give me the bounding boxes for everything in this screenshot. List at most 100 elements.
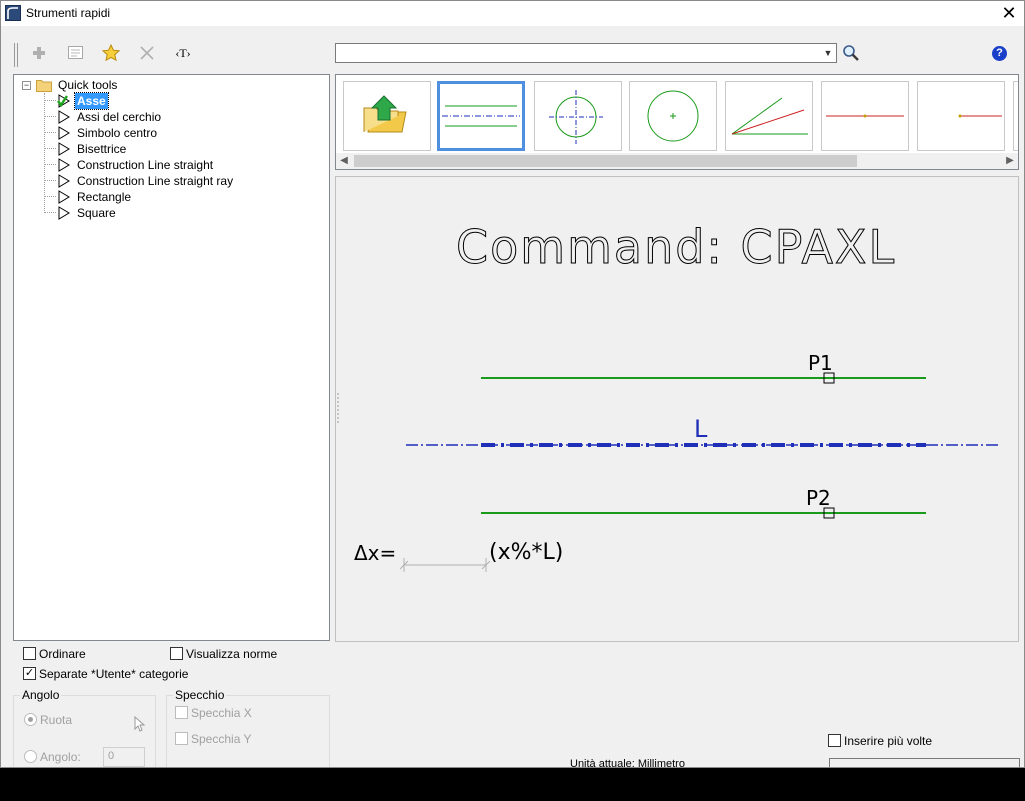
checkbox-box[interactable] (23, 647, 36, 661)
help-icon[interactable]: ? (992, 46, 1007, 61)
checkbox-box[interactable] (175, 706, 188, 720)
p1-label: P1 (808, 351, 833, 375)
search-combo[interactable]: ▼ (335, 43, 837, 63)
folder-up-icon (363, 95, 407, 133)
bisector-icon (731, 97, 808, 135)
collapse-icon[interactable]: − (22, 81, 31, 90)
tree-item-label: Construction Line straight ray (77, 174, 234, 188)
partial-control[interactable] (829, 758, 1020, 767)
thumbnail-construction-ray[interactable] (917, 81, 1005, 151)
thumbnail-folder-up[interactable] (343, 81, 431, 151)
check-tool-icon (57, 94, 70, 108)
inserire-label: Inserire più volte (844, 734, 933, 748)
tree-root-label: Quick tools (58, 78, 118, 92)
checkbox-box[interactable] (828, 734, 841, 748)
tool-arrow-icon (58, 110, 70, 124)
star-icon (101, 43, 121, 62)
close-icon: ✕ (1001, 3, 1017, 23)
specchio-title: Specchio (173, 688, 227, 702)
angolo-input[interactable]: 0 (103, 747, 145, 767)
preview-command-text: Command: CPAXL (456, 220, 896, 274)
thumbnail-strip[interactable]: ◀ ▶ (335, 74, 1019, 170)
angolo-label: Angolo: (40, 750, 81, 764)
checkbox-box[interactable] (170, 647, 183, 661)
current-unit-text: Unità attuale: Millimetro (570, 758, 685, 768)
thumbnail-axis[interactable] (437, 81, 525, 151)
thumbnail-partial[interactable] (1013, 81, 1018, 151)
chevron-down-icon[interactable]: ▼ (820, 44, 836, 62)
favorite-button[interactable] (100, 43, 122, 63)
add-button[interactable] (28, 43, 50, 63)
tools-tree[interactable]: − Quick tools Asse Assi del cerchio Simb… (13, 74, 330, 641)
l-label: L (694, 415, 708, 443)
cursor-icon (134, 716, 146, 732)
thumbnail-construction-line[interactable] (821, 81, 909, 151)
tool-preview: Command: CPAXL P1 L P2 Δx= (x%*L) (335, 176, 1019, 642)
center-symbol-icon (647, 90, 699, 142)
visualizza-norme-label: Visualizza norme (186, 647, 278, 661)
ruota-label: Ruota (40, 713, 73, 727)
tree-item-label: Construction Line straight (77, 158, 214, 172)
checkbox-box[interactable] (175, 732, 188, 746)
angolo-title: Angolo (20, 688, 62, 702)
specchia-x-checkbox[interactable]: Specchia X (175, 706, 252, 722)
angolo-radio[interactable]: Angolo: (24, 750, 81, 766)
preview-drawing: Command: CPAXL P1 L P2 Δx= (x%*L) (337, 220, 1001, 572)
radio-button[interactable] (24, 713, 37, 727)
scroll-left-icon[interactable]: ◀ (336, 153, 352, 169)
tool-arrow-icon (58, 206, 70, 220)
thumbnail-bisector[interactable] (725, 81, 813, 151)
tool-arrow-icon (58, 174, 70, 188)
ruota-radio[interactable]: Ruota (24, 713, 72, 729)
search-button[interactable] (842, 44, 860, 62)
separate-label: Separate *Utente* categorie (39, 667, 189, 681)
specchia-y-label: Specchia Y (191, 732, 252, 746)
delete-button[interactable] (136, 43, 158, 63)
text-button[interactable]: ‹T› (171, 43, 195, 63)
circle-axes-icon (549, 90, 603, 144)
app-icon (5, 5, 21, 21)
tree-item-label: Square (77, 206, 116, 220)
specchio-group: Specchio Specchia X Specchia Y (166, 688, 330, 767)
tree-item-label: Simbolo centro (77, 126, 158, 140)
toolbar-grip[interactable] (14, 43, 18, 67)
visualizza-norme-checkbox[interactable]: Visualizza norme (170, 647, 277, 663)
construction-ray-icon (958, 114, 1002, 118)
scroll-right-icon[interactable]: ▶ (1002, 153, 1018, 169)
inserire-piu-volte-checkbox[interactable]: Inserire più volte (828, 734, 932, 750)
tree-item-label: Rectangle (77, 190, 132, 204)
tool-arrow-icon (58, 158, 70, 172)
properties-button[interactable] (64, 43, 86, 63)
delta-x-label: Δx= (354, 541, 396, 565)
scrollbar-thumb[interactable] (354, 155, 857, 167)
tree-item-label: Asse (74, 92, 109, 110)
folder-icon (36, 80, 52, 92)
ordinare-checkbox[interactable]: Ordinare (23, 647, 86, 663)
tool-arrow-icon (58, 142, 70, 156)
search-icon (843, 45, 859, 61)
axis-icon (442, 105, 520, 127)
formula-text: (x%*L) (489, 540, 563, 565)
separate-checkbox[interactable]: ✓ Separate *Utente* categorie (23, 667, 188, 683)
quick-tools-dialog: Strumenti rapidi ✕ ‹T› ▼ ? − Quick tools… (0, 0, 1025, 768)
title-bar: Strumenti rapidi ✕ (1, 1, 1024, 26)
p2-label: P2 (806, 486, 831, 510)
cross-icon (140, 46, 154, 60)
thumbnail-scrollbar[interactable]: ◀ ▶ (336, 153, 1018, 169)
tree-item-label: Bisettrice (77, 142, 127, 156)
angolo-group: Angolo Ruota Angolo: 0 (13, 688, 156, 767)
specchia-x-label: Specchia X (191, 706, 252, 720)
thumbnail-circle-axes[interactable] (534, 81, 622, 151)
close-button[interactable]: ✕ (994, 1, 1024, 26)
checkmark-icon[interactable]: ✓ (23, 667, 36, 681)
specchia-y-checkbox[interactable]: Specchia Y (175, 732, 252, 748)
radio-button[interactable] (24, 750, 37, 764)
thumbnail-center-symbol[interactable] (629, 81, 717, 151)
tool-arrow-icon (58, 190, 70, 204)
text-tag-icon: ‹T› (175, 46, 191, 60)
plus-icon (33, 47, 45, 59)
construction-line-icon (826, 114, 904, 118)
tool-arrow-icon (58, 126, 70, 140)
window-title: Strumenti rapidi (26, 6, 111, 20)
properties-icon (67, 46, 83, 59)
